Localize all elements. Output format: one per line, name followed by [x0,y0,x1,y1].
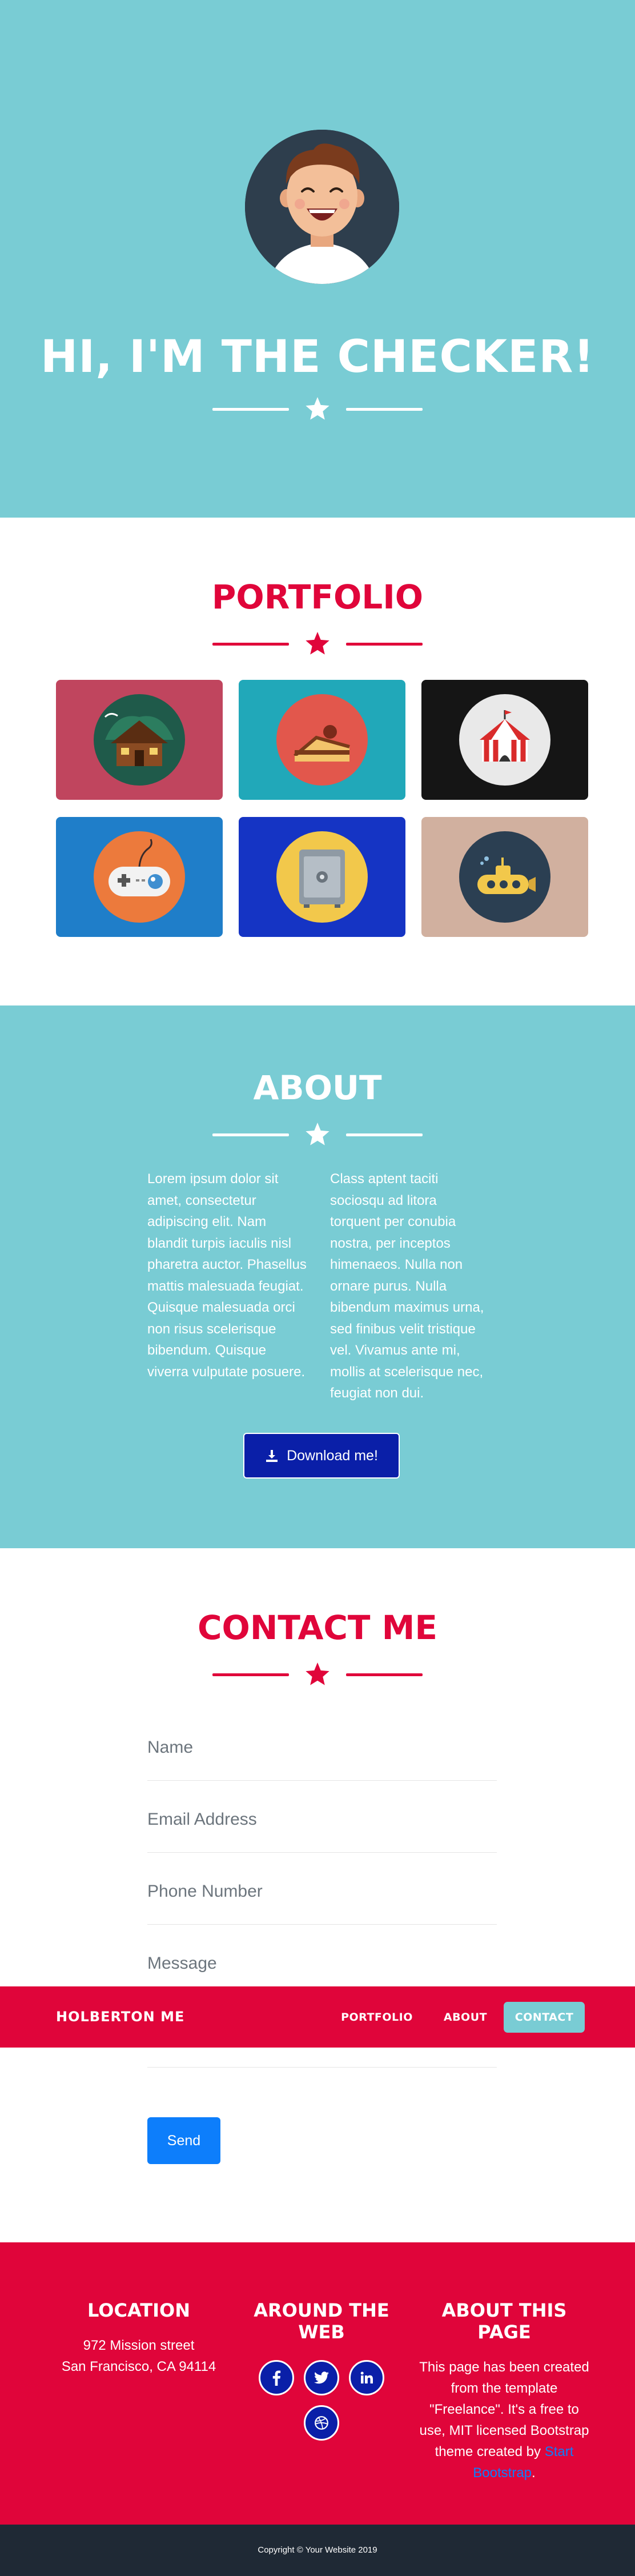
footer-around-web: AROUND THE WEB [246,2299,397,2343]
portfolio-section: PORTFOLIO [0,518,635,1005]
email-field [147,1781,497,1853]
about-text-right: Class aptent taciti sociosqu ad litora t… [330,1171,484,1401]
twitter-icon[interactable] [304,2360,339,2395]
about-text-left: Lorem ipsum dolor sit amet, consectetur … [147,1171,307,1380]
email-input[interactable] [147,1781,497,1852]
nav-portfolio[interactable]: PORTFOLIO [337,2002,417,2033]
game-controller-icon [94,831,185,923]
location-title: LOCATION [87,2299,190,2321]
safe-icon [276,831,368,923]
about-page-title: ABOUT THIS PAGE [441,2299,567,2343]
portfolio-item-cake[interactable] [239,680,405,800]
address-line-2: San Francisco, CA 94114 [61,2359,216,2374]
about-divider [0,1123,635,1147]
brand-link[interactable]: HOLBERTON ME [56,1986,184,2048]
about-section: ABOUT Lorem ipsum dolor sit amet, consec… [0,1005,635,1548]
divider-line [212,642,289,646]
address-line-1: 972 Mission street [83,2338,195,2353]
about-page-suffix: . [532,2465,536,2481]
footer: LOCATION 972 Mission street San Francisc… [0,2242,635,2525]
portfolio-item-gamepad[interactable] [56,817,223,937]
contact-section: CONTACT ME Send [0,1548,635,2242]
star-icon [306,1662,329,1685]
avatar-boy-laughing-icon [245,130,399,284]
about-page-text: This page has been created from the temp… [416,2357,593,2483]
nav-contact[interactable]: CONTACT [504,2002,585,2033]
circus-tent-icon [459,694,550,786]
divider-line [212,1673,289,1676]
hero-title: HI, I'M THE CHECKER! [40,331,595,383]
portfolio-item-submarine[interactable] [421,817,588,937]
divider-line [346,407,423,411]
divider-line [346,642,423,646]
download-icon [266,1450,278,1462]
cabin-icon [94,694,185,786]
contact-divider [0,1662,635,1686]
navbar: HOLBERTON ME PORTFOLIO ABOUT CONTACT [0,1986,635,2048]
portfolio-title: PORTFOLIO [211,578,424,616]
phone-field [147,1853,497,1925]
download-button-label: Download me! [287,1447,378,1464]
nav-about[interactable]: ABOUT [434,2002,497,2033]
footer-about-page: ABOUT THIS PAGE This page has been creat… [416,2299,593,2483]
linkedin-icon[interactable] [349,2360,384,2395]
divider-line [346,1133,423,1136]
copyright: Copyright © Your Website 2019 [0,2525,635,2576]
portfolio-divider [0,632,635,656]
location-address: 972 Mission street San Francisco, CA 941… [46,2335,232,2377]
contact-title: CONTACT ME [197,1608,438,1647]
portfolio-item-cabin[interactable] [56,680,223,800]
hero-divider [0,397,635,421]
facebook-icon[interactable] [259,2360,294,2395]
submarine-icon [459,831,550,923]
footer-location: LOCATION 972 Mission street San Francisc… [46,2299,232,2377]
send-button[interactable]: Send [147,2117,220,2164]
about-title: ABOUT [253,1068,382,1107]
star-icon [306,632,329,655]
download-button[interactable]: Download me! [243,1433,400,1479]
name-field [147,1709,497,1781]
portfolio-item-circus[interactable] [421,680,588,800]
cake-icon [276,694,368,786]
name-input[interactable] [147,1709,497,1780]
phone-input[interactable] [147,1853,497,1924]
star-icon [306,1123,329,1145]
page: HI, I'M THE CHECKER! PORTFOLIO ABOUT Lor… [0,0,635,2576]
divider-line [212,407,289,411]
hero-section: HI, I'M THE CHECKER! [0,0,635,518]
star-icon [306,397,329,420]
dribbble-icon[interactable] [304,2405,339,2441]
portfolio-item-safe[interactable] [239,817,405,937]
around-web-title: AROUND THE WEB [254,2299,389,2343]
divider-line [212,1133,289,1136]
divider-line [346,1673,423,1676]
